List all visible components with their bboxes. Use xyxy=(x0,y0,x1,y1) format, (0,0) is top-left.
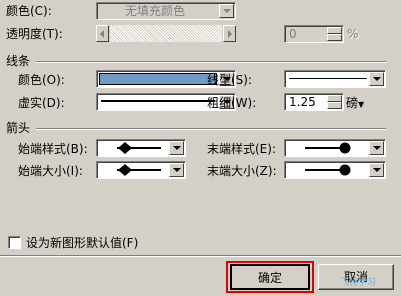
ok-button[interactable]: 确定 xyxy=(230,264,310,290)
begin-size-label: 始端大小(I): xyxy=(18,164,83,178)
spin-up-icon[interactable] xyxy=(327,27,342,34)
set-default-checkbox[interactable] xyxy=(8,236,21,249)
chevron-down-icon xyxy=(369,163,384,177)
transparency-value: 0 xyxy=(289,27,297,41)
unit-dropdown-arrow-icon: ▼ xyxy=(358,100,365,109)
line-color-swatch xyxy=(99,73,217,85)
oval-arrow-icon xyxy=(305,142,351,154)
ok-button-label: 确定 xyxy=(257,271,282,285)
line-style-label: 线型(S): xyxy=(207,73,253,87)
spin-up-icon[interactable] xyxy=(327,95,342,102)
arrow-section-label: 箭头 xyxy=(6,121,31,135)
begin-style-dropdown[interactable] xyxy=(96,139,186,157)
line-section-label: 线条 xyxy=(6,54,31,68)
line-separator xyxy=(36,61,386,63)
begin-size-dropdown[interactable] xyxy=(96,161,186,179)
line-weight-unit-text: 磅 xyxy=(346,96,359,110)
begin-style-label: 始端样式(B): xyxy=(18,142,88,156)
transparency-label: 透明度(T): xyxy=(6,27,63,41)
chevron-down-icon xyxy=(369,72,384,86)
end-style-label: 末端样式(E): xyxy=(207,142,276,156)
chevron-down-icon xyxy=(369,141,384,155)
line-weight-label: 粗细(W): xyxy=(207,96,257,110)
line-style-preview xyxy=(289,78,367,79)
oval-arrow-icon xyxy=(305,164,351,176)
panel-bottom-edge xyxy=(0,255,401,257)
slider-track xyxy=(110,25,222,42)
line-color-label: 颜色(O): xyxy=(18,73,65,87)
diamond-arrow-icon xyxy=(117,142,161,154)
spin-down-icon[interactable] xyxy=(327,34,342,41)
chevron-down-icon xyxy=(169,163,184,177)
transparency-unit: % xyxy=(347,27,359,41)
end-style-dropdown[interactable] xyxy=(284,139,386,157)
fill-color-label: 颜色(C): xyxy=(6,4,52,18)
end-size-label: 末端大小(Z): xyxy=(207,164,277,178)
spin-down-icon[interactable] xyxy=(327,102,342,109)
transparency-slider[interactable] xyxy=(96,25,236,43)
chevron-down-icon xyxy=(169,141,184,155)
line-dash-label: 虚实(D): xyxy=(18,96,65,110)
line-dash-preview xyxy=(101,100,215,102)
fill-color-value: 无填充颜色 xyxy=(125,4,186,18)
slider-right-arrow-icon xyxy=(223,25,236,42)
slider-left-arrow-icon xyxy=(96,25,109,42)
fill-color-dropdown[interactable]: 无填充颜色 xyxy=(96,2,236,20)
set-default-label: 设为新图形默认值(F) xyxy=(26,236,139,250)
transparency-spinner[interactable]: 0 xyxy=(284,25,344,43)
watermark-text: 飞特学习 xyxy=(340,278,377,288)
end-size-dropdown[interactable] xyxy=(284,161,386,179)
arrow-separator xyxy=(36,128,386,130)
line-weight-unit[interactable]: 磅▼ xyxy=(346,96,364,112)
diamond-arrow-icon xyxy=(117,164,161,176)
chevron-down-icon xyxy=(219,4,234,18)
line-weight-value: 1.25 xyxy=(289,95,316,109)
line-weight-spinner[interactable]: 1.25 xyxy=(284,93,344,111)
line-style-dropdown[interactable] xyxy=(284,70,386,88)
